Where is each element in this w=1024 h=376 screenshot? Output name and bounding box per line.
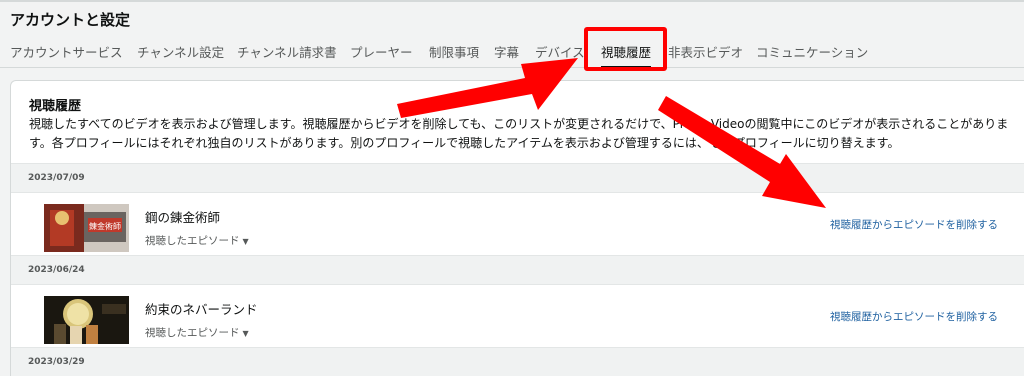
history-item: 約束のネバーランド 視聴したエピソード ▼ 視聴履歴からエピソードを削除する bbox=[11, 285, 1024, 349]
date-label: 2023/07/09 bbox=[28, 173, 85, 183]
tab-devices[interactable]: デバイス bbox=[535, 42, 585, 61]
settings-tabs: アカウントサービス チャンネル設定 チャンネル請求書 プレーヤー 制限事項 字幕… bbox=[0, 38, 1024, 68]
tab-hidden-videos[interactable]: 非表示ビデオ bbox=[668, 42, 743, 61]
item-title[interactable]: 鋼の錬金術師 bbox=[145, 207, 220, 226]
tab-channel-invoices[interactable]: チャンネル請求書 bbox=[237, 42, 337, 61]
remove-episodes-link[interactable]: 視聴履歴からエピソードを削除する bbox=[830, 217, 998, 232]
date-row: 2023/07/09 bbox=[11, 163, 1024, 193]
top-border bbox=[0, 0, 1024, 2]
watch-history-panel: 視聴履歴 視聴したすべてのビデオを表示および管理します。視聴履歴からビデオを削除… bbox=[10, 80, 1024, 376]
thumbnail-neverland[interactable] bbox=[44, 296, 129, 344]
caret-down-icon: ▼ bbox=[242, 329, 249, 338]
watched-episodes-label: 視聴したエピソード bbox=[145, 327, 240, 339]
history-title: 視聴履歴 bbox=[29, 99, 82, 114]
date-row: 2023/03/29 bbox=[11, 347, 1024, 376]
caret-down-icon: ▼ bbox=[242, 237, 249, 246]
watched-episodes-dropdown[interactable]: 視聴したエピソード ▼ bbox=[145, 233, 249, 248]
tab-restrictions[interactable]: 制限事項 bbox=[429, 42, 479, 61]
history-item: 錬金術師 鋼の錬金術師 視聴したエピソード ▼ 視聴履歴からエピソードを削除する bbox=[11, 193, 1024, 257]
date-label: 2023/06/24 bbox=[28, 265, 85, 275]
date-label: 2023/03/29 bbox=[28, 357, 85, 367]
svg-text:錬金術師: 錬金術師 bbox=[89, 221, 121, 231]
item-title[interactable]: 約束のネバーランド bbox=[145, 299, 258, 318]
watched-episodes-label: 視聴したエピソード bbox=[145, 235, 240, 247]
history-description: 視聴したすべてのビデオを表示および管理します。視聴履歴からビデオを削除しても、こ… bbox=[29, 117, 1009, 150]
remove-episodes-link[interactable]: 視聴履歴からエピソードを削除する bbox=[830, 309, 998, 324]
highlight-box bbox=[584, 27, 667, 71]
page-title: アカウントと設定 bbox=[10, 11, 131, 29]
tab-channel-settings[interactable]: チャンネル設定 bbox=[137, 42, 224, 61]
date-row: 2023/06/24 bbox=[11, 255, 1024, 285]
watched-episodes-dropdown[interactable]: 視聴したエピソード ▼ bbox=[145, 325, 249, 340]
tab-account-services[interactable]: アカウントサービス bbox=[10, 42, 123, 61]
tab-player[interactable]: プレーヤー bbox=[350, 42, 413, 61]
tab-communications[interactable]: コミュニケーション bbox=[756, 42, 868, 61]
tab-subtitles[interactable]: 字幕 bbox=[494, 42, 519, 61]
thumbnail-fullmetal[interactable]: 錬金術師 bbox=[44, 204, 129, 252]
